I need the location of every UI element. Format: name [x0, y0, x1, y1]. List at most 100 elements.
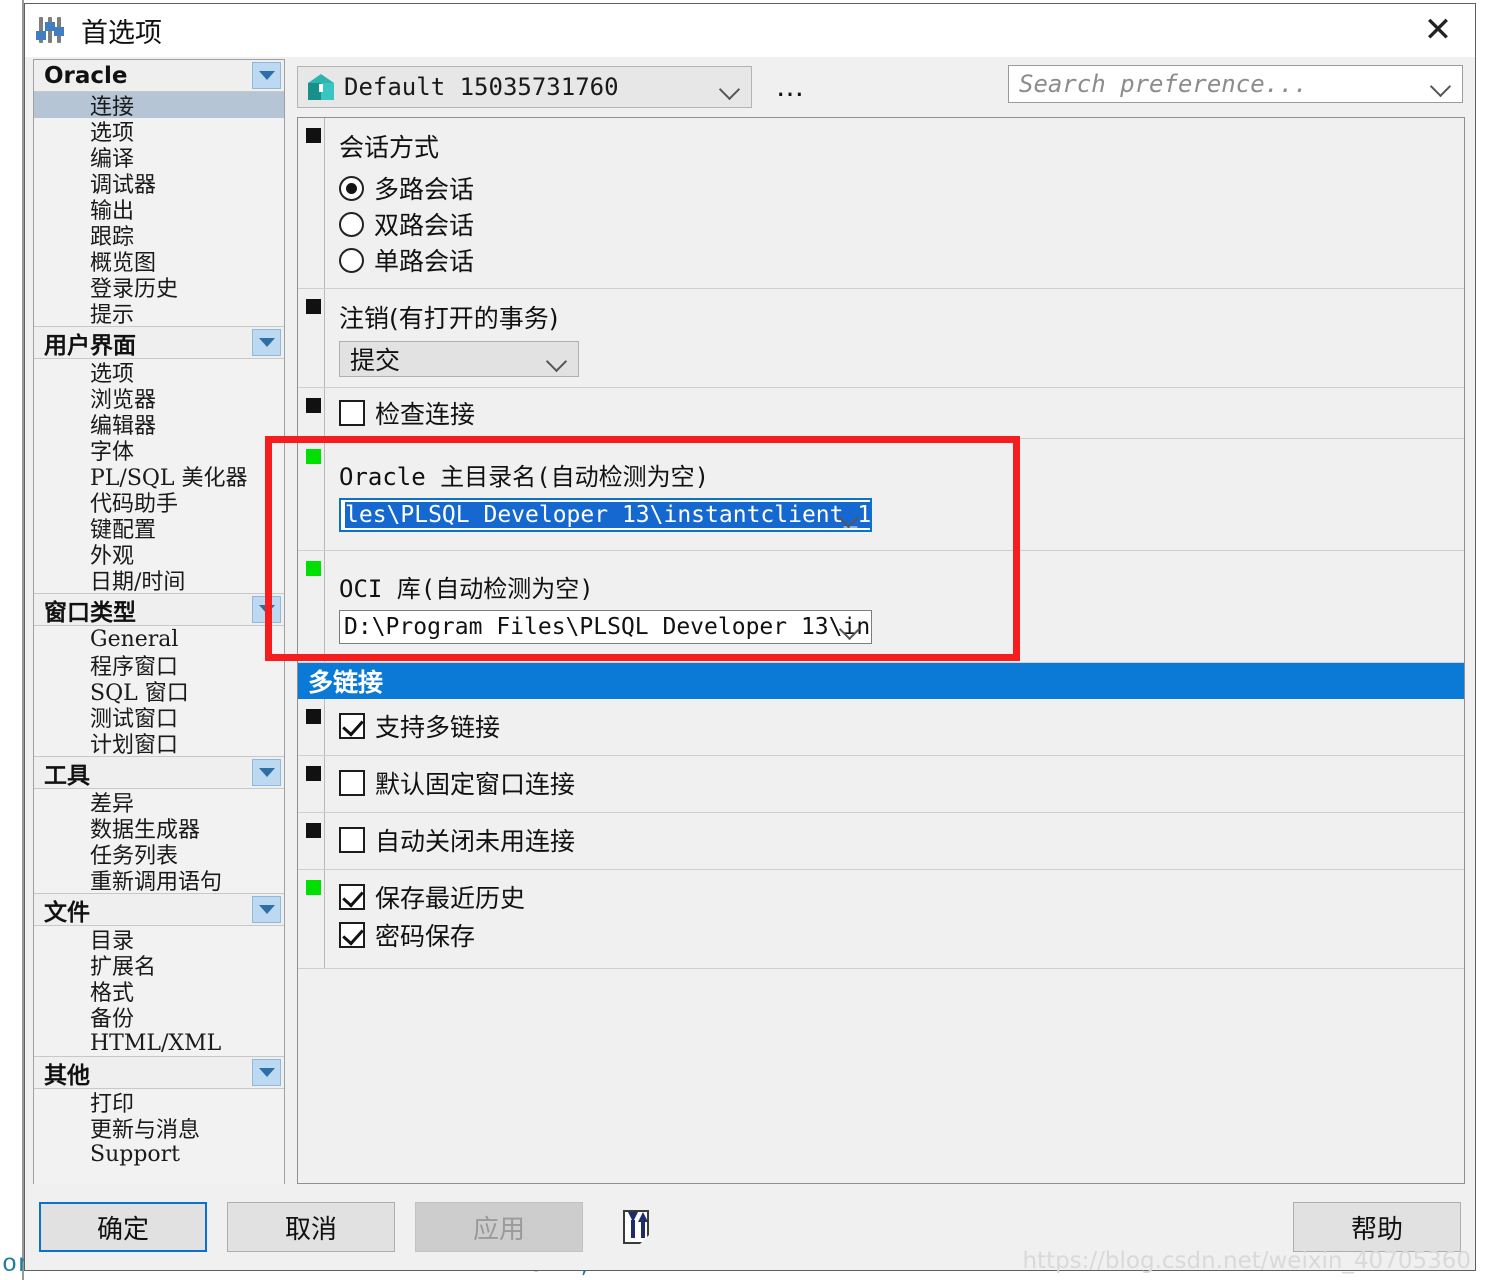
profile-more-button[interactable]: … — [776, 73, 806, 101]
logout-action-value: 提交 — [350, 346, 401, 375]
setting-session-mode: 会话方式 多路会话 双路会话 单路会话 — [298, 118, 1464, 289]
sidebar-item-hints[interactable]: 提示 — [34, 300, 284, 328]
sidebar-item-format[interactable]: 格式 — [34, 978, 284, 1006]
oracle-home-select[interactable]: les\PLSQL Developer 13\instantclient_18_… — [339, 498, 872, 532]
chevron-down-icon[interactable] — [252, 329, 281, 356]
sidebar-group-window-types[interactable]: 窗口类型 — [34, 593, 284, 626]
cancel-button[interactable]: 取消 — [227, 1202, 395, 1252]
sidebar-item-debugger[interactable]: 调试器 — [34, 170, 284, 198]
radio-multi-session[interactable]: 多路会话 — [339, 170, 1464, 206]
setting-marker-green — [298, 551, 324, 662]
checkbox-label: 检查连接 — [375, 400, 476, 429]
sidebar-item-editor[interactable]: 编辑器 — [34, 411, 284, 439]
setting-marker — [298, 118, 324, 288]
sidebar-item-backup[interactable]: 备份 — [34, 1004, 284, 1032]
sidebar-group-user-interface[interactable]: 用户界面 — [34, 326, 284, 359]
sidebar-item-updates-news[interactable]: 更新与消息 — [34, 1115, 284, 1143]
checkbox-label: 保存最近历史 — [375, 884, 526, 913]
preferences-sidebar[interactable]: Oracle 连接 选项 编译 调试器 输出 跟踪 概览图 登录历史 提示 用户… — [33, 59, 285, 1199]
sidebar-item-ui-options[interactable]: 选项 — [34, 359, 284, 387]
sliders-icon — [36, 17, 67, 43]
sidebar-item-browser[interactable]: 浏览器 — [34, 385, 284, 413]
setting-marker — [298, 699, 324, 755]
radio-single-session[interactable]: 单路会话 — [339, 242, 1464, 278]
checkbox-support-multi-connection[interactable]: 支持多链接 — [339, 707, 1464, 745]
sidebar-item-trace[interactable]: 跟踪 — [34, 222, 284, 250]
search-input[interactable]: Search preference... — [1008, 65, 1463, 103]
setting-default-fixed-window: 默认固定窗口连接 — [298, 756, 1464, 813]
sidebar-item-html-xml[interactable]: HTML/XML — [34, 1030, 284, 1056]
help-button[interactable]: 帮助 — [1293, 1202, 1461, 1252]
sidebar-item-code-assistant[interactable]: 代码助手 — [34, 489, 284, 517]
checkbox-icon[interactable] — [339, 827, 365, 853]
radio-icon[interactable] — [339, 211, 364, 237]
checkbox-label: 默认固定窗口连接 — [375, 770, 576, 799]
logout-action-select[interactable]: 提交 — [339, 341, 579, 377]
checkbox-save-password[interactable]: 密码保存 — [339, 916, 1464, 954]
ok-button[interactable]: 确定 — [39, 1202, 207, 1252]
chevron-down-icon[interactable] — [1429, 75, 1452, 98]
sidebar-item-plan-window[interactable]: 计划窗口 — [34, 730, 284, 758]
multi-connection-title: 多链接 — [308, 668, 384, 697]
checkbox-icon[interactable] — [339, 922, 365, 948]
setting-marker — [298, 813, 324, 869]
checkbox-check-connection[interactable]: 检查连接 — [339, 394, 1464, 432]
sidebar-item-recall-statement[interactable]: 重新调用语句 — [34, 867, 284, 895]
sidebar-group-tools[interactable]: 工具 — [34, 756, 284, 789]
settings-empty-area — [298, 969, 1464, 1183]
chevron-down-icon[interactable] — [252, 1059, 281, 1086]
checkbox-icon[interactable] — [339, 884, 365, 910]
search-placeholder: Search preference... — [1019, 70, 1308, 98]
preferences-dialog: 首选项 ✕ Oracle 连接 选项 编译 调试器 输出 跟踪 概览图 登录历史… — [24, 3, 1476, 1274]
sidebar-item-connection[interactable]: 连接 — [34, 92, 284, 120]
radio-icon[interactable] — [339, 247, 364, 273]
sidebar-item-output[interactable]: 输出 — [34, 196, 284, 224]
checkbox-icon[interactable] — [339, 770, 365, 796]
radio-icon[interactable] — [339, 175, 364, 201]
profile-select[interactable]: Default 15035731760 — [297, 66, 752, 108]
package-icon — [308, 74, 334, 100]
preferences-toolbar: Default 15035731760 … Search preference.… — [297, 57, 1465, 117]
logout-title: 注销(有打开的事务) — [339, 304, 559, 333]
chevron-down-icon[interactable] — [545, 350, 568, 373]
sidebar-group-oracle[interactable]: Oracle — [34, 60, 284, 92]
watermark-text: https://blog.csdn.net/weixin_40705360 — [1022, 1248, 1471, 1274]
sidebar-group-files[interactable]: 文件 — [34, 893, 284, 926]
checkbox-save-recent-history[interactable]: 保存最近历史 — [339, 878, 1464, 916]
sidebar-group-label: 文件 — [44, 899, 90, 926]
sidebar-item-support[interactable]: Support — [34, 1141, 284, 1167]
chevron-down-icon[interactable] — [252, 62, 281, 89]
chevron-down-icon[interactable] — [252, 596, 281, 623]
sidebar-item-directories[interactable]: 目录 — [34, 926, 284, 954]
chevron-down-icon[interactable] — [718, 78, 741, 101]
sidebar-item-date-time[interactable]: 日期/时间 — [34, 567, 284, 595]
sidebar-item-compile[interactable]: 编译 — [34, 144, 284, 172]
profile-value: Default 15035731760 — [344, 73, 619, 101]
checkbox-icon[interactable] — [339, 400, 365, 426]
sidebar-group-other[interactable]: 其他 — [34, 1056, 284, 1089]
chevron-down-icon[interactable] — [252, 759, 281, 786]
sidebar-group-label: Oracle — [44, 62, 128, 89]
checkbox-label: 支持多链接 — [375, 713, 501, 742]
setting-marker-green — [298, 439, 324, 550]
checkbox-label: 自动关闭未用连接 — [375, 827, 576, 856]
multi-connection-header: 多链接 — [298, 663, 1464, 699]
chevron-down-icon[interactable] — [252, 896, 281, 923]
checkbox-icon[interactable] — [339, 713, 365, 739]
sidebar-item-logon-history[interactable]: 登录历史 — [34, 274, 284, 302]
checkbox-auto-close-unused[interactable]: 自动关闭未用连接 — [339, 821, 1464, 859]
sidebar-item-options[interactable]: 选项 — [34, 118, 284, 146]
sidebar-item-extensions[interactable]: 扩展名 — [34, 952, 284, 980]
setting-marker-empty — [298, 969, 324, 1183]
close-icon[interactable]: ✕ — [1411, 10, 1465, 50]
oci-library-select[interactable]: D:\Program Files\PLSQL Developer 13\inst… — [339, 610, 872, 644]
radio-dual-session[interactable]: 双路会话 — [339, 206, 1464, 242]
apply-button[interactable]: 应用 — [415, 1202, 583, 1252]
sidebar-group-label: 其他 — [44, 1062, 90, 1089]
checkbox-default-fixed-window[interactable]: 默认固定窗口连接 — [339, 764, 1464, 802]
setting-auto-close-unused: 自动关闭未用连接 — [298, 813, 1464, 870]
sidebar-item-key-configuration[interactable]: 键配置 — [34, 515, 284, 543]
import-export-icon[interactable] — [619, 1208, 653, 1246]
checkbox-label: 密码保存 — [375, 922, 476, 951]
setting-check-connection: 检查连接 — [298, 388, 1464, 439]
